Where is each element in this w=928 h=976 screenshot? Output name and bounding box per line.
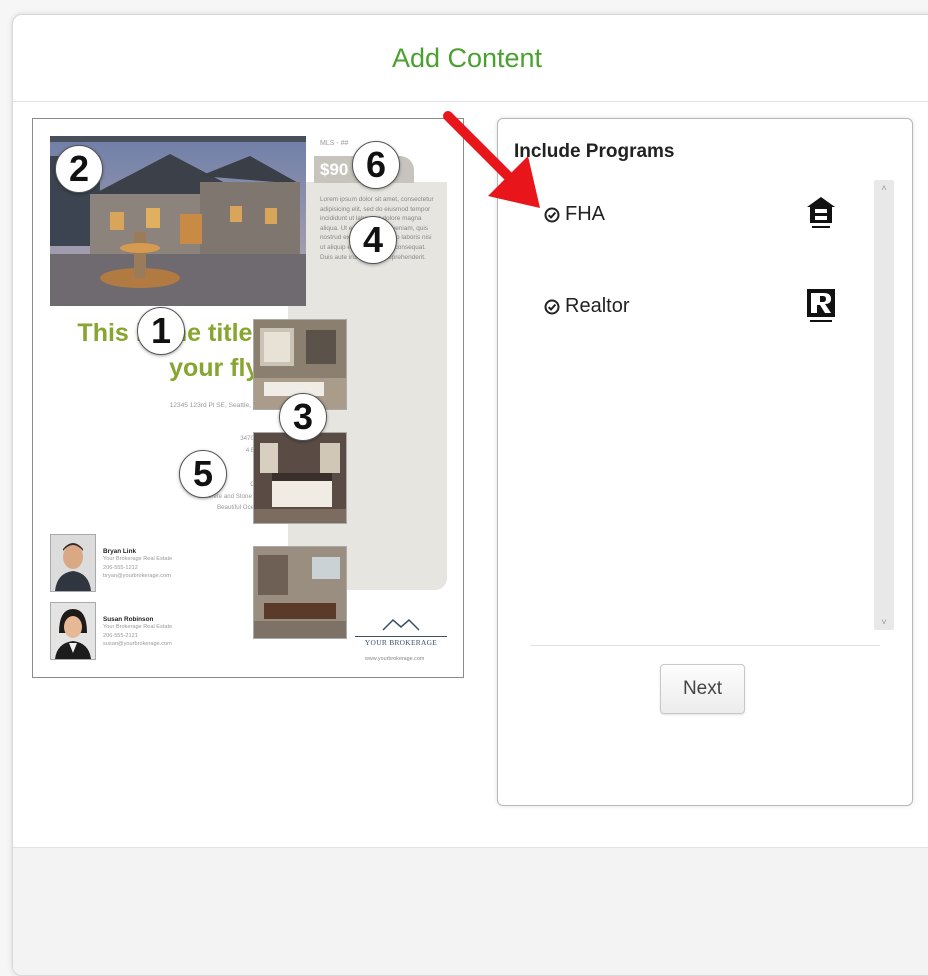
- program-label: FHA: [565, 203, 605, 225]
- agent-email: bryan@yourbrokerage.com: [103, 573, 171, 579]
- agent-info-bryan: Bryan Link Your Brokerage Real Estate 20…: [103, 548, 172, 581]
- include-programs-panel: Include Programs FHA Realtor ˄ ˅ Next: [497, 118, 913, 806]
- feature-item: Central Air •: [73, 479, 283, 491]
- brokerage-name: YOUR BROKERAGE: [355, 636, 447, 647]
- badge-5: 5: [179, 450, 227, 498]
- agent-phone: 206-555-2121: [103, 632, 138, 639]
- agent-photo-bryan: [50, 534, 96, 592]
- program-fha[interactable]: FHA: [544, 203, 605, 226]
- agent-info-susan: Susan Robinson Your Brokerage Real Estat…: [103, 616, 172, 649]
- badge-3: 3: [279, 393, 327, 441]
- flyer-preview: $90 MLS - ## Lorem ipsum dolor sit amet,…: [32, 118, 464, 678]
- mls-number: MLS - ##: [320, 140, 349, 147]
- equal-housing-icon: [804, 195, 838, 236]
- feature-item: 3 Baths •: [73, 456, 283, 468]
- agent-phone: 206-555-1212: [103, 564, 138, 571]
- brokerage-url: www.yourbrokerage.com: [365, 656, 425, 662]
- next-button[interactable]: Next: [660, 664, 745, 714]
- panel-divider: [530, 645, 880, 646]
- feature-item: 4 Bedrooms •: [245, 446, 283, 454]
- dialog-title: Add Content: [391, 42, 543, 73]
- house-roof-icon: [382, 618, 420, 631]
- agent-company: Your Brokerage Real Estate: [103, 556, 173, 562]
- check-circle-icon: [544, 207, 560, 222]
- flyer-address: 12345 123rd Pl SE, Seattle, WA 98000: [169, 402, 283, 409]
- feature-item: Beautiful Ocean Views •: [216, 504, 283, 511]
- agent-name: Susan Robinson: [103, 616, 154, 623]
- badge-2: 2: [55, 145, 103, 193]
- feature-item: 3470 Sq. Feet •: [240, 435, 283, 442]
- badge-1: 1: [137, 307, 185, 355]
- bedroom-photo: [253, 432, 347, 524]
- check-circle-icon: [544, 299, 560, 314]
- feature-item: Sunroom •: [73, 468, 283, 480]
- agent-email: susan@yourbrokerage.com: [103, 641, 172, 647]
- red-arrow-icon: [443, 111, 540, 208]
- badge-4: 4: [349, 216, 397, 264]
- program-list-scrollbar[interactable]: ˄ ˅: [874, 180, 894, 630]
- program-realtor[interactable]: Realtor: [544, 295, 629, 318]
- scroll-up-icon[interactable]: ˄: [874, 180, 894, 196]
- agent-company: Your Brokerage Real Estate: [103, 624, 173, 630]
- feature-list: 3470 Sq. Feet • 4 Bedrooms • 3 Baths • S…: [73, 433, 283, 514]
- dialog-header: Add Content: [13, 15, 928, 102]
- brokerage-logo: YOUR BROKERAGE: [355, 617, 447, 647]
- realtor-icon: [804, 287, 838, 330]
- agent-name: Bryan Link: [103, 548, 137, 555]
- scroll-down-icon[interactable]: ˅: [874, 614, 894, 630]
- dialog-footer: [13, 847, 928, 975]
- program-label: Realtor: [565, 295, 630, 317]
- feature-item: Concrete and Stone Driveway •: [196, 492, 283, 500]
- badge-6: 6: [352, 141, 400, 189]
- agent-photo-susan: [50, 602, 96, 660]
- kitchen-photo: [253, 546, 347, 639]
